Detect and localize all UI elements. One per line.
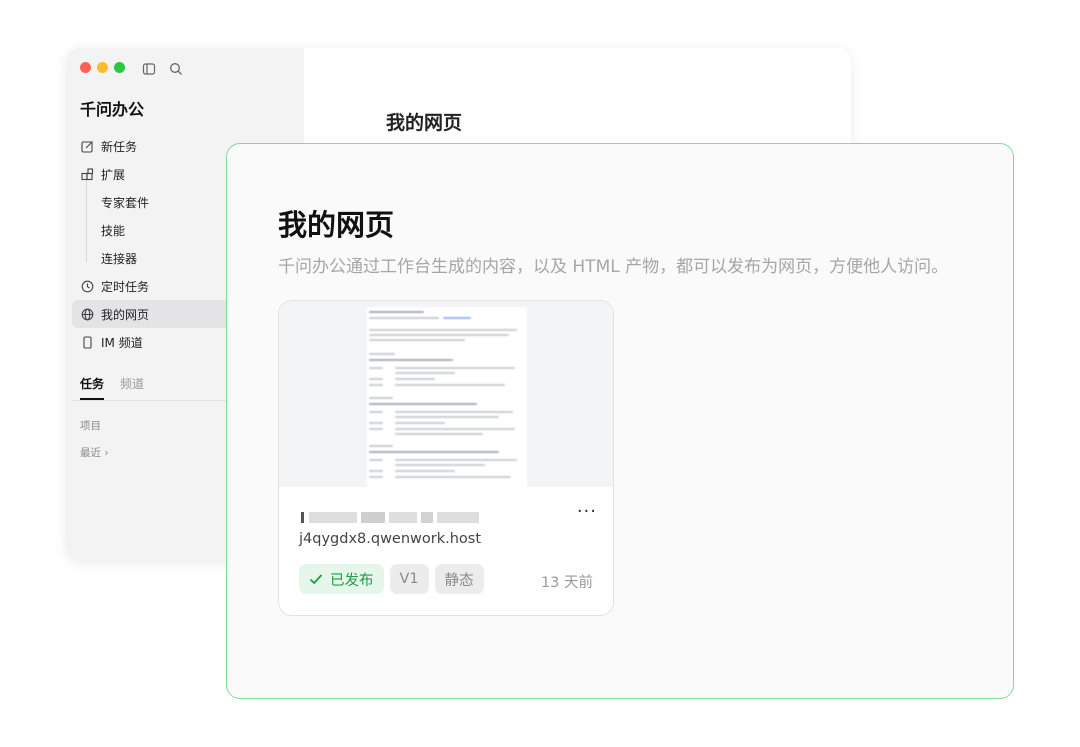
nav-label: 我的网页: [101, 307, 150, 322]
webpages-panel: 我的网页 千问办公通过工作台生成的内容，以及 HTML 产物，都可以发布为网页，…: [226, 143, 1014, 699]
tab-tasks[interactable]: 任务: [80, 375, 105, 400]
sidebar-tabs: 任务 频道: [80, 375, 144, 400]
type-badge: 静态: [434, 564, 484, 594]
thumbnail-document-preview: [367, 307, 527, 487]
close-window-button[interactable]: [80, 62, 91, 73]
webpage-host-link[interactable]: j4qygdx8.qwenwork.host: [299, 531, 481, 547]
panel-description: 千问办公通过工作台生成的内容，以及 HTML 产物，都可以发布为网页，方便他人访…: [278, 257, 949, 277]
extension-icon: [81, 167, 94, 180]
webpage-thumbnail: [279, 301, 613, 487]
search-icon[interactable]: [169, 61, 183, 75]
check-icon: [309, 574, 323, 585]
projects-section[interactable]: 项目: [80, 418, 101, 433]
webpage-card[interactable]: ··· j4qygdx8.qwenwork.host 已发布 V1 静态 13 …: [278, 300, 614, 616]
nav-label: IM 频道: [101, 335, 143, 350]
globe-icon: [81, 308, 94, 320]
app-brand: 千问办公: [80, 100, 145, 119]
published-badge: 已发布: [299, 564, 384, 594]
nav-label: 技能: [101, 223, 126, 238]
updated-time: 13 天前: [540, 575, 593, 591]
nav-label: 定时任务: [101, 279, 150, 294]
edit-icon: [81, 140, 93, 153]
nav-label: 扩展: [101, 167, 126, 182]
window-controls: [80, 62, 125, 73]
published-label: 已发布: [330, 572, 374, 589]
nav-label: 连接器: [101, 251, 138, 266]
tab-channels[interactable]: 频道: [120, 375, 144, 400]
version-badge: V1: [389, 564, 429, 594]
status-badges: 已发布 V1 静态: [299, 564, 484, 594]
maximize-window-button[interactable]: [114, 62, 125, 73]
clock-icon: [81, 280, 94, 292]
sidebar-toggle-icon[interactable]: [142, 61, 156, 75]
nav-label: 专家套件: [101, 195, 150, 210]
more-options-icon[interactable]: ···: [577, 501, 597, 522]
redacted-page-title: [301, 512, 479, 523]
panel-title: 我的网页: [278, 208, 395, 242]
recent-section[interactable]: 最近 ›: [80, 445, 109, 460]
main-page-title: 我的网页: [386, 112, 463, 134]
nav-label: 新任务: [101, 139, 138, 154]
minimize-window-button[interactable]: [97, 62, 108, 73]
phone-icon: [83, 335, 92, 349]
